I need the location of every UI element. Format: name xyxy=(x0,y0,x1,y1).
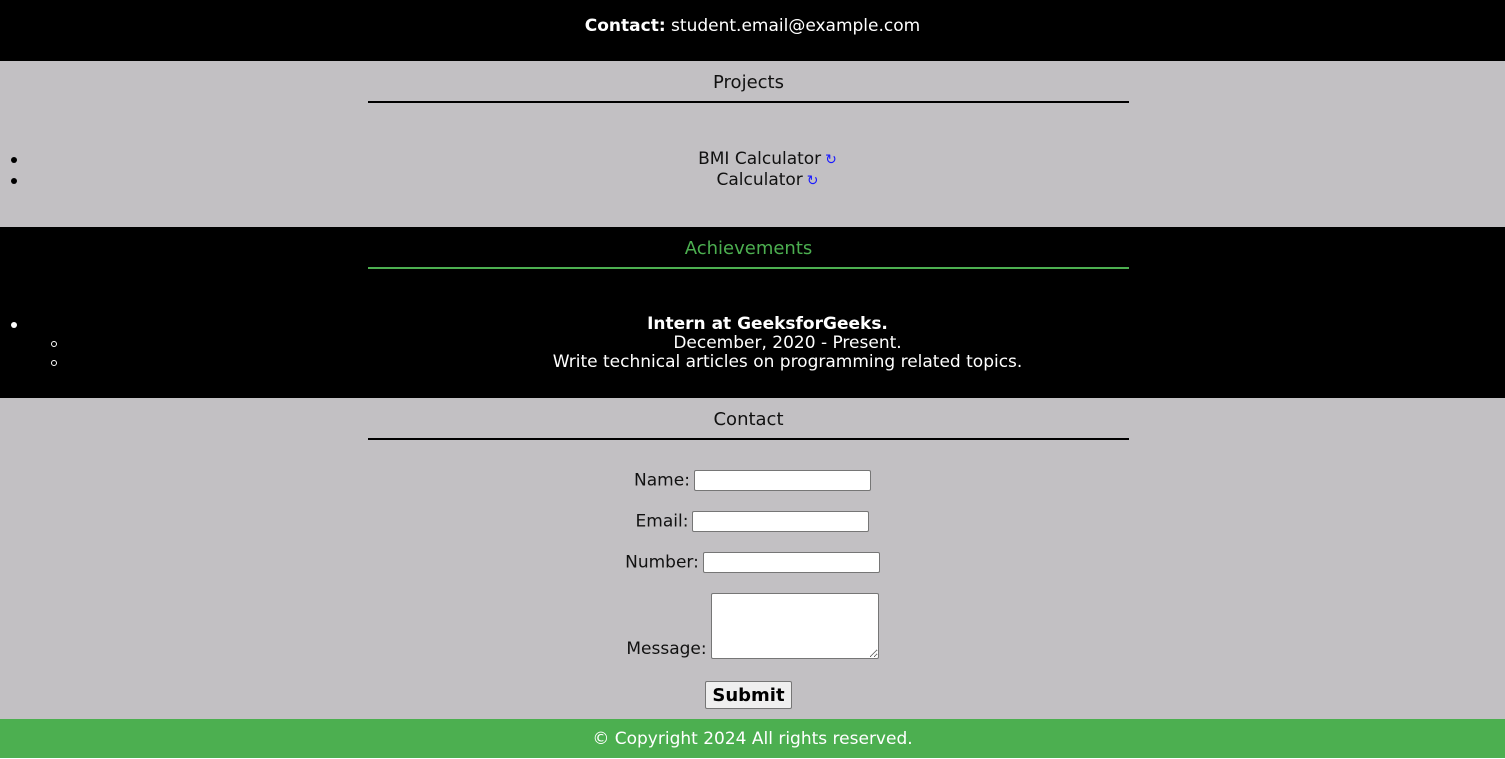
achievement-item: Intern at GeeksforGeeks. xyxy=(0,315,1505,334)
bullet-icon xyxy=(11,157,17,163)
number-row: Number: xyxy=(0,552,1505,573)
achievements-heading: Achievements xyxy=(684,238,813,259)
bullet-icon xyxy=(11,178,17,184)
projects-list: BMI Calculator ↻ Calculator ↻ xyxy=(0,149,1505,191)
contact-divider xyxy=(368,438,1129,440)
project-item-calculator: Calculator ↻ xyxy=(0,170,1505,191)
projects-section: Projects BMI Calculator ↻ Calculator ↻ xyxy=(0,61,1505,227)
number-input[interactable] xyxy=(702,552,880,573)
achievements-list: Intern at GeeksforGeeks. December, 2020 … xyxy=(0,315,1505,372)
message-label: Message: xyxy=(626,639,707,659)
achievements-section: Achievements Intern at GeeksforGeeks. De… xyxy=(0,227,1505,398)
contact-label: Contact: xyxy=(584,16,666,36)
achievement-date: December, 2020 - Present. xyxy=(673,333,902,353)
name-row: Name: xyxy=(0,470,1505,491)
achievement-sub-item: December, 2020 - Present. xyxy=(0,334,1505,353)
name-label: Name: xyxy=(634,470,690,491)
achievement-title: Intern at GeeksforGeeks. xyxy=(647,314,888,334)
email-label: Email: xyxy=(635,511,689,532)
projects-heading: Projects xyxy=(713,72,784,93)
message-row: Message: xyxy=(0,593,1505,659)
email-row: Email: xyxy=(0,511,1505,532)
contact-email: student.email@example.com xyxy=(671,16,921,36)
achievement-sub-item: Write technical articles on programming … xyxy=(0,353,1505,372)
bullet-icon xyxy=(11,322,17,328)
external-link-icon[interactable]: ↻ xyxy=(825,152,837,168)
top-contact-bar: Contact: student.email@example.com xyxy=(0,0,1505,61)
circle-bullet-icon xyxy=(51,360,57,366)
name-input[interactable] xyxy=(693,470,871,491)
circle-bullet-icon xyxy=(51,341,57,347)
email-input[interactable] xyxy=(692,511,870,532)
project-item-bmi-calculator: BMI Calculator ↻ xyxy=(0,149,1505,170)
submit-button[interactable]: Submit xyxy=(705,681,792,709)
project-label: Calculator xyxy=(716,170,803,190)
message-textarea[interactable] xyxy=(710,593,879,659)
achievements-divider xyxy=(368,267,1129,269)
copyright-text: © Copyright 2024 All rights reserved. xyxy=(592,729,913,749)
contact-section: Contact Name: Email: Number: Message: Su… xyxy=(0,398,1505,719)
achievement-description: Write technical articles on programming … xyxy=(552,352,1023,372)
footer: © Copyright 2024 All rights reserved. xyxy=(0,719,1505,758)
projects-divider xyxy=(368,101,1129,103)
project-label: BMI Calculator xyxy=(698,149,822,169)
contact-heading: Contact xyxy=(713,409,784,430)
number-label: Number: xyxy=(625,552,699,573)
external-link-icon[interactable]: ↻ xyxy=(807,173,819,189)
